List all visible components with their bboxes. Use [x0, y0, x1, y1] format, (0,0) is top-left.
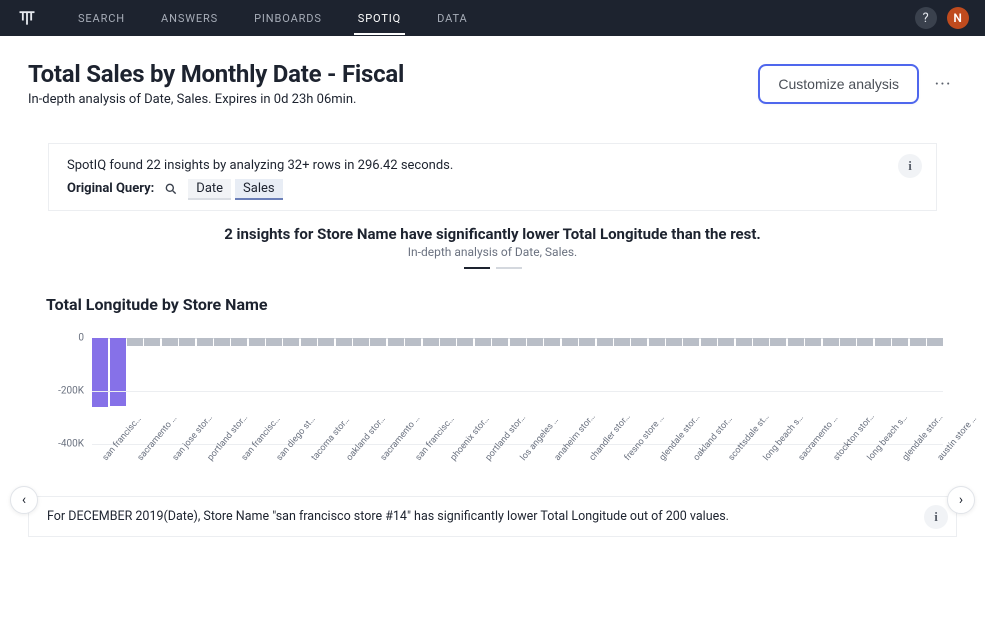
- x-tick-label: san francisc…: [240, 456, 248, 462]
- bar[interactable]: [631, 324, 647, 444]
- x-tick-label: san francisc…: [101, 456, 109, 462]
- nav-item-data[interactable]: DATA: [433, 2, 471, 35]
- insight-subtitle: In-depth analysis of Date, Sales.: [28, 245, 957, 259]
- bar[interactable]: [283, 324, 299, 444]
- x-tick-label: scottsdale st…: [727, 456, 735, 462]
- app-logo[interactable]: [16, 7, 38, 29]
- nav-item-spotiq[interactable]: SPOTIQ: [354, 2, 405, 35]
- bar[interactable]: [840, 324, 856, 444]
- chart-x-axis: san francisc…sacramento …san jose stor…p…: [92, 448, 943, 458]
- query-token-sales[interactable]: Sales: [235, 179, 283, 200]
- bar[interactable]: [562, 324, 578, 444]
- chart-y-axis: 0-200K-400K: [42, 324, 92, 444]
- bar[interactable]: [735, 324, 751, 444]
- explanation-text: For DECEMBER 2019(Date), Store Name "san…: [47, 509, 729, 524]
- x-tick-label: sacramento …: [136, 456, 144, 462]
- y-tick-label: 0: [78, 333, 84, 344]
- original-query-row: Original Query: DateSales: [67, 181, 918, 196]
- x-tick-label: fresno store …: [623, 456, 631, 462]
- chart-title: Total Longitude by Store Name: [46, 295, 943, 314]
- pager-dot[interactable]: [496, 267, 522, 269]
- x-tick-label: anaheim stor…: [553, 456, 561, 462]
- bar[interactable]: [388, 324, 404, 444]
- insight-heading: 2 insights for Store Name have significa…: [28, 225, 957, 269]
- bar[interactable]: [422, 324, 438, 444]
- page-title: Total Sales by Monthly Date - Fiscal: [28, 60, 404, 88]
- user-avatar[interactable]: N: [947, 7, 969, 29]
- nav-item-search[interactable]: SEARCH: [74, 2, 129, 35]
- prev-insight-button[interactable]: ‹: [10, 486, 38, 514]
- x-tick-label: oakland stor…: [692, 456, 700, 462]
- bar[interactable]: [527, 324, 543, 444]
- x-tick-label: glendale stor…: [901, 456, 909, 462]
- pager-dot[interactable]: [464, 267, 490, 269]
- x-tick-label: austin store …: [936, 456, 944, 462]
- x-tick-label: san francisc…: [414, 456, 422, 462]
- bar[interactable]: [875, 324, 891, 444]
- nav-items: SEARCH ANSWERS PINBOARDS SPOTIQ DATA: [74, 2, 472, 35]
- bar[interactable]: [701, 324, 717, 444]
- bar[interactable]: [596, 324, 612, 444]
- chart-card: Total Longitude by Store Name 0 -200K -400…: [28, 277, 957, 468]
- next-insight-button[interactable]: ›: [947, 486, 975, 514]
- original-query-label: Original Query:: [67, 181, 154, 196]
- x-tick-label: sacramento …: [379, 456, 387, 462]
- x-tick-label: chandler stor…: [588, 456, 596, 462]
- bar[interactable]: [805, 324, 821, 444]
- x-tick-label: portland stor…: [205, 456, 213, 462]
- nav-item-answers[interactable]: ANSWERS: [157, 2, 222, 35]
- x-tick-label: long beach s…: [762, 456, 770, 462]
- search-icon: [164, 182, 178, 196]
- bar[interactable]: [214, 324, 230, 444]
- x-tick-label: phoenix stor…: [449, 456, 457, 462]
- page-header: Total Sales by Monthly Date - Fiscal In-…: [0, 36, 985, 123]
- top-nav: SEARCH ANSWERS PINBOARDS SPOTIQ DATA ? N: [0, 0, 985, 36]
- page-subtitle: In-depth analysis of Date, Sales. Expire…: [28, 92, 404, 107]
- x-tick-label: long beach s…: [866, 456, 874, 462]
- query-token-date[interactable]: Date: [188, 179, 231, 200]
- nav-item-pinboards[interactable]: PINBOARDS: [250, 2, 326, 35]
- x-tick-label: stockton stor…: [831, 456, 839, 462]
- info-icon[interactable]: i: [898, 154, 922, 178]
- x-tick-label: sacramento …: [797, 456, 805, 462]
- insight-title: 2 insights for Store Name have significa…: [28, 225, 957, 243]
- bar[interactable]: [109, 324, 125, 444]
- bar[interactable]: [770, 324, 786, 444]
- bar[interactable]: [249, 324, 265, 444]
- bar[interactable]: [92, 324, 108, 444]
- bar[interactable]: [353, 324, 369, 444]
- x-tick-label: los angeles …: [518, 456, 526, 462]
- bar[interactable]: [492, 324, 508, 444]
- chevron-left-icon: ‹: [22, 492, 26, 508]
- bar[interactable]: [144, 324, 160, 444]
- x-tick-label: oakland stor…: [344, 456, 352, 462]
- y-tick-label: -200K: [58, 386, 84, 397]
- customize-analysis-button[interactable]: Customize analysis: [758, 64, 919, 104]
- help-button[interactable]: ?: [915, 7, 937, 29]
- summary-text: SpotIQ found 22 insights by analyzing 32…: [67, 158, 918, 173]
- bar[interactable]: [318, 324, 334, 444]
- summary-card: SpotIQ found 22 insights by analyzing 32…: [48, 143, 937, 211]
- bar[interactable]: [666, 324, 682, 444]
- insight-pager: [28, 267, 957, 269]
- x-tick-label: tacoma stor…: [310, 456, 318, 462]
- bar[interactable]: [179, 324, 195, 444]
- x-tick-label: san diego st…: [275, 456, 283, 462]
- y-tick-label: -400K: [58, 439, 84, 450]
- x-tick-label: glendale stor…: [657, 456, 665, 462]
- explanation-card: For DECEMBER 2019(Date), Store Name "san…: [28, 496, 957, 537]
- more-menu-button[interactable]: ···: [929, 70, 957, 98]
- x-tick-label: portland stor…: [484, 456, 492, 462]
- chevron-right-icon: ›: [959, 492, 963, 508]
- bar[interactable]: [457, 324, 473, 444]
- bar[interactable]: [909, 324, 925, 444]
- x-tick-label: san jose stor…: [170, 456, 178, 462]
- info-icon[interactable]: i: [924, 505, 948, 529]
